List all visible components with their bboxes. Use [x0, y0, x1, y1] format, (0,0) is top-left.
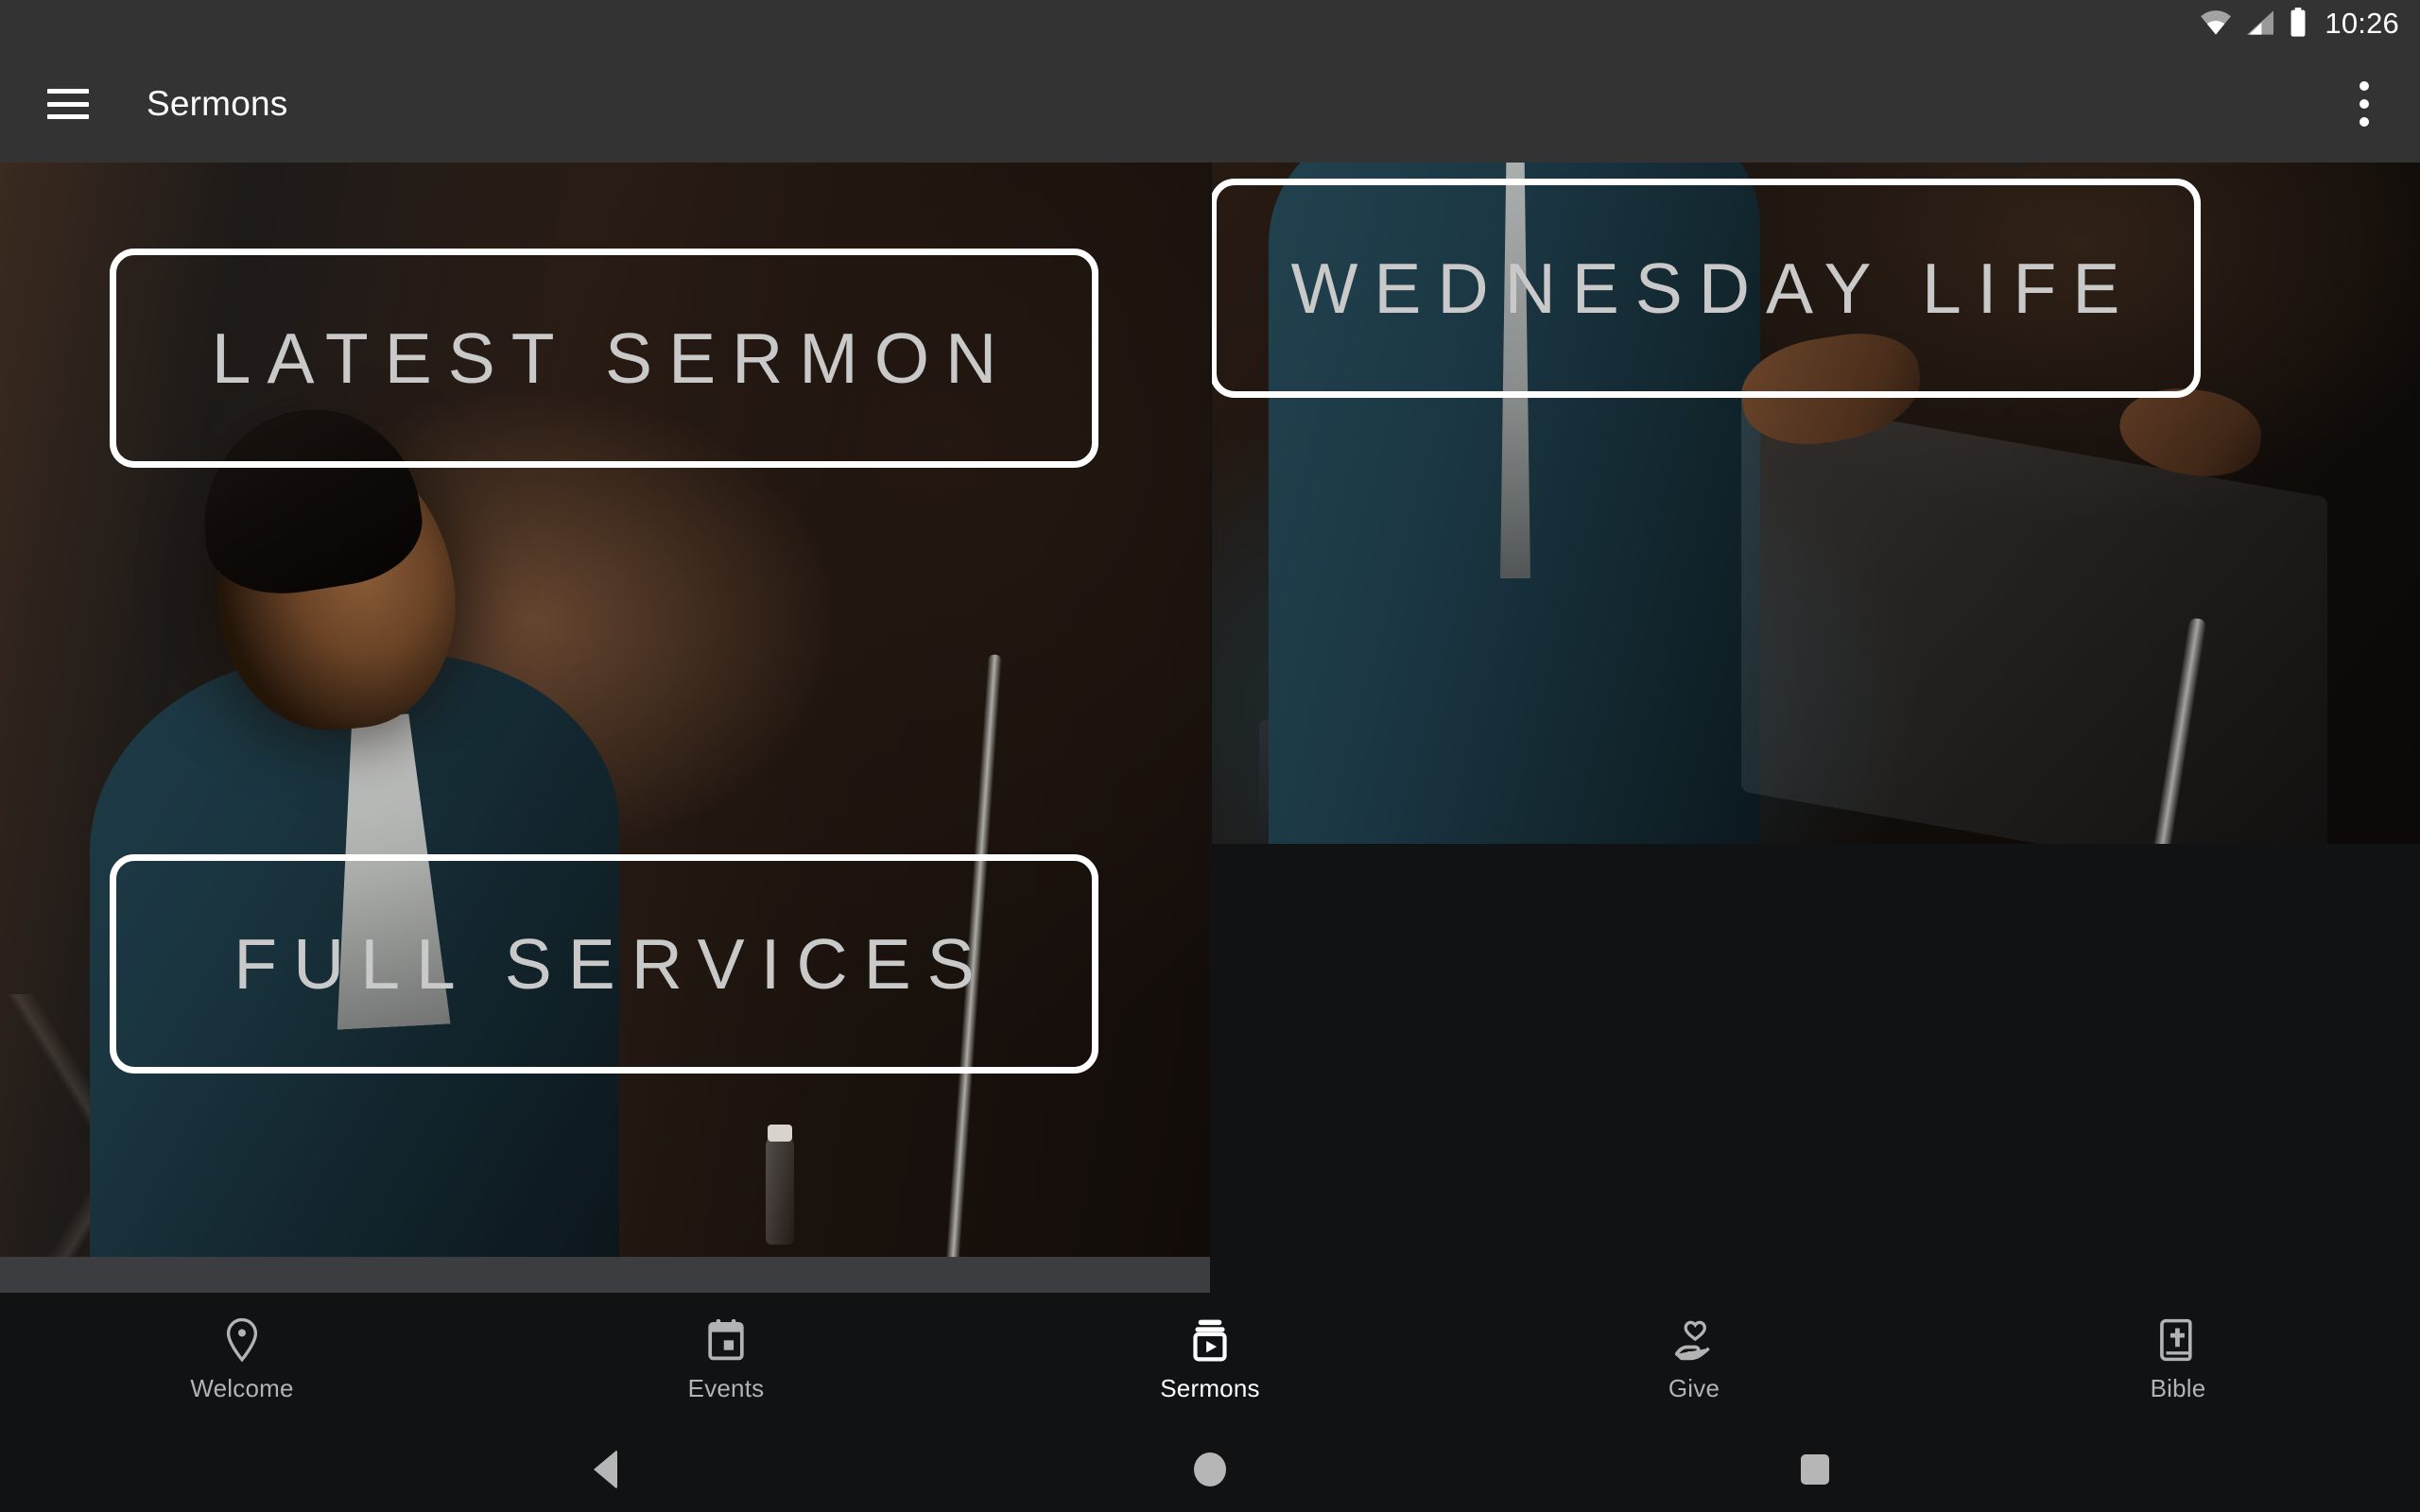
tab-bible[interactable]: Bible: [1936, 1293, 2420, 1427]
tab-events-label: Events: [687, 1373, 765, 1402]
cellular-signal-icon: [2247, 10, 2274, 35]
app-screen: 10:26 Sermons LATEST SERMON FULL SERVICE…: [0, 0, 2420, 1512]
wifi-icon: [2201, 10, 2232, 35]
bible-book-icon: [2159, 1317, 2197, 1363]
app-bar: Sermons: [0, 45, 2420, 163]
tile-latest-sermon-label: LATEST SERMON: [211, 318, 1013, 398]
tab-welcome-label: Welcome: [190, 1373, 294, 1402]
tab-welcome[interactable]: Welcome: [0, 1293, 484, 1427]
grid-column-left: LATEST SERMON FULL SERVICES: [0, 163, 1210, 1293]
location-pin-icon: [223, 1317, 261, 1363]
hand-heart-icon: [1673, 1317, 1715, 1363]
overflow-menu-icon[interactable]: [2342, 76, 2386, 132]
water-bottle-decor: [766, 1136, 794, 1245]
status-bar-clock: 10:26: [2325, 6, 2399, 40]
video-library-icon: [1190, 1317, 1230, 1363]
grid-column-right: WEDNESDAY LIFE: [1212, 163, 2420, 1293]
bottom-scroll-rail[interactable]: [0, 1257, 1210, 1293]
bottom-tab-bar: Welcome Events Sermons Give Bible: [0, 1293, 2420, 1427]
tile-full-services[interactable]: FULL SERVICES: [110, 854, 1098, 1074]
android-nav-bar: [0, 1427, 2420, 1512]
tab-sermons[interactable]: Sermons: [968, 1293, 1452, 1427]
tile-wednesday-life-label: WEDNESDAY LIFE: [1290, 249, 2136, 328]
status-bar: 10:26: [0, 0, 2420, 45]
tab-give[interactable]: Give: [1452, 1293, 1936, 1427]
tile-latest-sermon[interactable]: LATEST SERMON: [110, 249, 1098, 468]
tab-events[interactable]: Events: [484, 1293, 968, 1427]
tile-full-services-label: FULL SERVICES: [233, 924, 991, 1004]
tab-bible-label: Bible: [2150, 1373, 2206, 1402]
tab-sermons-label: Sermons: [1160, 1373, 1260, 1402]
tab-give-label: Give: [1668, 1373, 1720, 1402]
home-circle-icon[interactable]: [1097, 1427, 1323, 1512]
water-bottle-cap-decor: [768, 1125, 792, 1142]
tile-wednesday-life[interactable]: WEDNESDAY LIFE: [1212, 179, 2201, 398]
battery-icon: [2290, 8, 2306, 37]
page-title: Sermons: [147, 84, 288, 123]
back-triangle-icon[interactable]: [492, 1427, 718, 1512]
recents-square-icon[interactable]: [1702, 1427, 1928, 1512]
hamburger-menu-icon[interactable]: [47, 89, 89, 119]
calendar-icon: [706, 1317, 746, 1363]
sermons-grid: LATEST SERMON FULL SERVICES WEDNESDAY LI…: [0, 163, 2420, 1293]
